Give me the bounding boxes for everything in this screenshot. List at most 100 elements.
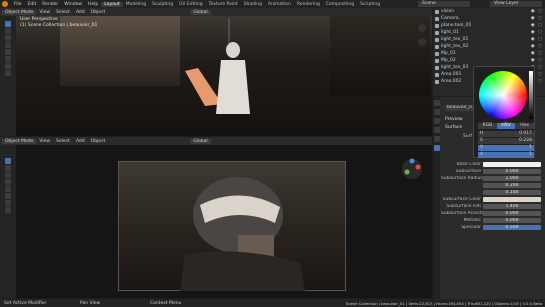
saturation-field[interactable]: S 0.228 bbox=[478, 138, 534, 144]
visibility-icon[interactable]: ◉ ◌ bbox=[531, 44, 543, 49]
select-box-tool-bottom-icon[interactable] bbox=[5, 158, 11, 164]
alpha-field[interactable]: A1 bbox=[478, 152, 534, 158]
transform-orientation-dropdown[interactable]: Global bbox=[190, 9, 211, 15]
menu-select[interactable]: Select bbox=[53, 10, 73, 15]
axis-gizmo-icon[interactable] bbox=[400, 157, 424, 181]
workspace-tab-uv-editing[interactable]: UV Editing bbox=[176, 2, 205, 7]
section-preview[interactable]: Preview bbox=[445, 117, 463, 122]
rotate-tool-icon[interactable] bbox=[5, 42, 11, 48]
object-properties-icon[interactable] bbox=[433, 127, 440, 133]
mesh-icon bbox=[435, 58, 439, 63]
measure-tool-icon[interactable] bbox=[5, 70, 11, 76]
menu-window[interactable]: Window bbox=[61, 2, 85, 7]
workspace-tab-rendering[interactable]: Rendering bbox=[294, 2, 323, 7]
cursor-tool-icon[interactable] bbox=[5, 28, 11, 34]
visibility-icon[interactable]: ◉ ◌ bbox=[531, 58, 543, 63]
menu-add-bottom[interactable]: Add bbox=[73, 139, 88, 144]
material-properties-icon[interactable] bbox=[433, 145, 440, 151]
value-field[interactable]: V1 bbox=[478, 145, 534, 151]
workspace-tab-scripting[interactable]: Scripting bbox=[357, 2, 383, 7]
outliner-row[interactable]: Mp_02 ◉ ◌ bbox=[433, 57, 545, 64]
blender-logo-icon[interactable] bbox=[2, 1, 8, 7]
workspace-tab-compositing[interactable]: Compositing bbox=[323, 2, 357, 7]
menu-view[interactable]: View bbox=[36, 10, 53, 15]
workspace-tab-sculpting[interactable]: Sculpting bbox=[149, 2, 176, 7]
light-icon bbox=[435, 79, 439, 84]
output-properties-icon[interactable] bbox=[433, 109, 440, 115]
annotate-tool-bottom-icon[interactable] bbox=[5, 200, 11, 206]
menu-edit[interactable]: Edit bbox=[25, 2, 40, 7]
scale-tool-icon[interactable] bbox=[5, 49, 11, 55]
menu-render[interactable]: Render bbox=[39, 2, 61, 7]
scene-properties-icon[interactable] bbox=[433, 118, 440, 124]
menu-object[interactable]: Object bbox=[88, 10, 109, 15]
scene-selector[interactable]: Scene bbox=[418, 1, 470, 7]
rotate-tool-bottom-icon[interactable] bbox=[5, 179, 11, 185]
toolbar-top bbox=[5, 20, 13, 77]
visibility-icon[interactable]: ◉ ◌ bbox=[531, 51, 543, 56]
render-properties-icon[interactable] bbox=[433, 100, 440, 106]
transform-tool-bottom-icon[interactable] bbox=[5, 193, 11, 199]
view-layer-selector[interactable]: View Layer bbox=[490, 1, 542, 7]
select-box-tool-icon[interactable] bbox=[5, 21, 11, 27]
prop-subsurface-ior: Subsurface IOR 1.400 bbox=[441, 203, 545, 210]
outliner-row[interactable]: Mp_01 ◉ ◌ bbox=[433, 50, 545, 57]
mode-dropdown-bottom[interactable]: Object Mode bbox=[2, 138, 37, 144]
base-color-swatch[interactable] bbox=[483, 161, 541, 168]
subsurface-color-swatch[interactable] bbox=[483, 196, 541, 203]
move-tool-bottom-icon[interactable] bbox=[5, 172, 11, 178]
mode-dropdown[interactable]: Object Mode bbox=[2, 9, 37, 15]
workspace-tab-shading[interactable]: Shading bbox=[241, 2, 265, 7]
measure-tool-bottom-icon[interactable] bbox=[5, 207, 11, 213]
subsurface-radius-x-field[interactable]: 1.000 bbox=[483, 175, 541, 182]
subsurface-radius-z-field[interactable]: 0.100 bbox=[483, 189, 541, 196]
subsurface-anisotropy-field[interactable]: 0.000 bbox=[483, 210, 541, 217]
visibility-icon[interactable]: ◉ ◌ bbox=[531, 23, 543, 28]
menu-add[interactable]: Add bbox=[73, 10, 88, 15]
tab-hex[interactable]: Hex bbox=[515, 123, 535, 129]
viewport-top[interactable]: User Perspective (1) Scene Collection | … bbox=[0, 16, 432, 136]
subsurface-field[interactable]: 0.000 bbox=[483, 168, 541, 175]
menu-select-bottom[interactable]: Select bbox=[53, 139, 73, 144]
helmet-render bbox=[180, 177, 305, 291]
outliner-row[interactable]: Camera ◉ ◌ bbox=[433, 15, 545, 22]
workspace-tab-modeling[interactable]: Modeling bbox=[123, 2, 149, 7]
value-slider[interactable] bbox=[529, 71, 533, 119]
navigation-gizmo-icon[interactable] bbox=[418, 24, 426, 32]
workspace-tab-animation[interactable]: Animation bbox=[265, 2, 294, 7]
scale-tool-bottom-icon[interactable] bbox=[5, 186, 11, 192]
workspace-tab-layout[interactable]: Layout bbox=[101, 1, 123, 7]
metallic-field[interactable]: 0.000 bbox=[483, 217, 541, 224]
specular-field[interactable]: 0.500 bbox=[483, 224, 541, 231]
viewport-bottom[interactable] bbox=[0, 145, 432, 298]
zoom-icon[interactable] bbox=[418, 38, 426, 46]
hue-field[interactable]: H 0.017 bbox=[478, 131, 534, 137]
annotate-tool-icon[interactable] bbox=[5, 63, 11, 69]
outliner-row[interactable]: vision ◉ ◌ bbox=[433, 8, 545, 15]
move-tool-icon[interactable] bbox=[5, 35, 11, 41]
outliner-row[interactable]: plane.tool_01 ◉ ◌ bbox=[433, 22, 545, 29]
transform-tool-icon[interactable] bbox=[5, 56, 11, 62]
visibility-icon[interactable]: ◉ ◌ bbox=[531, 30, 543, 35]
workspace-tab-texture-paint[interactable]: Texture Paint bbox=[206, 2, 241, 7]
menu-object-bottom[interactable]: Object bbox=[88, 139, 109, 144]
visibility-icon[interactable]: ◉ ◌ bbox=[531, 37, 543, 42]
subsurface-radius-y-field[interactable]: 0.200 bbox=[483, 182, 541, 189]
tab-hsv[interactable]: HSV bbox=[496, 123, 516, 129]
viewport-collection: (1) Scene Collection | beauvoir_01 bbox=[20, 23, 98, 28]
menu-help[interactable]: Help bbox=[85, 2, 101, 7]
menu-file[interactable]: File bbox=[11, 2, 25, 7]
outliner-row[interactable]: light_tex_02 ◉ ◌ bbox=[433, 43, 545, 50]
outliner-row[interactable]: light_tex_01 ◉ ◌ bbox=[433, 36, 545, 43]
color-wheel[interactable] bbox=[479, 71, 527, 119]
tab-rgb[interactable]: RGB bbox=[478, 123, 497, 129]
outliner-row[interactable]: light_01 ◉ ◌ bbox=[433, 29, 545, 36]
menu-view-bottom[interactable]: View bbox=[36, 139, 53, 144]
cursor-tool-bottom-icon[interactable] bbox=[5, 165, 11, 171]
visibility-icon[interactable]: ◉ ◌ bbox=[531, 16, 543, 21]
subsurface-ior-field[interactable]: 1.400 bbox=[483, 203, 541, 210]
visibility-icon[interactable]: ◉ ◌ bbox=[531, 9, 543, 14]
transform-orientation-dropdown-bottom[interactable]: Global bbox=[190, 138, 211, 144]
modifier-properties-icon[interactable] bbox=[433, 136, 440, 142]
section-surface[interactable]: Surface bbox=[445, 125, 462, 130]
